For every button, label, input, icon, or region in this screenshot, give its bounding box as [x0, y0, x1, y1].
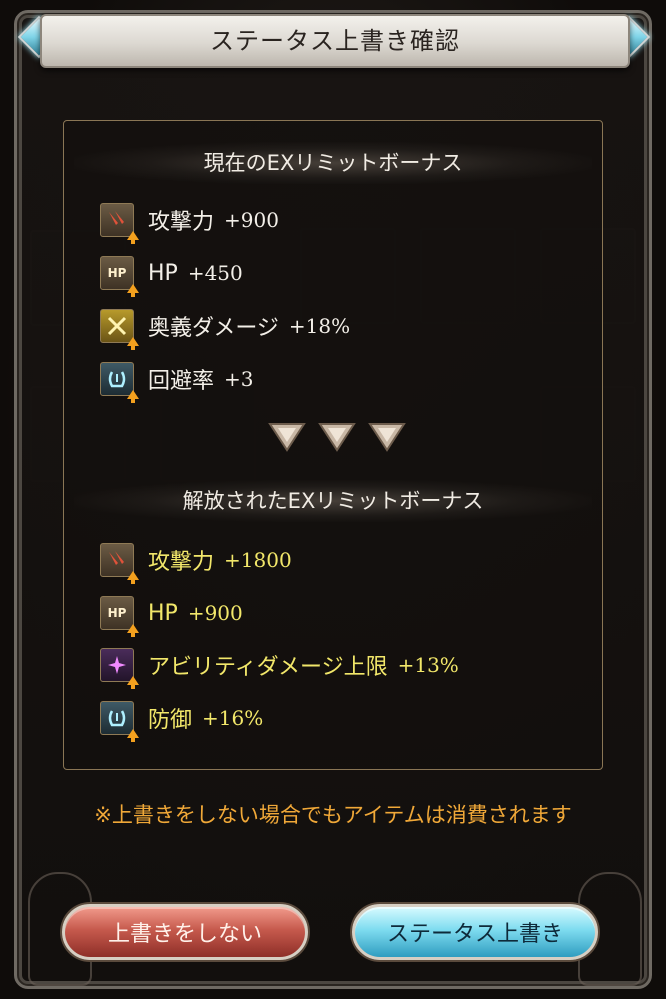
bonus-value: +16%: [202, 706, 264, 730]
down-arrow-icon: [268, 420, 306, 454]
bonus-value: +18%: [288, 314, 351, 338]
bonus-label: 防御: [148, 708, 193, 733]
attack-icon: [100, 203, 139, 244]
dialog-title: ステータス上書き確認: [210, 27, 460, 55]
ougi-damage-icon: [100, 309, 139, 350]
bonus-label: HP: [148, 260, 178, 286]
bonus-label: HP: [148, 600, 178, 626]
current-bonus-row: 奥義ダメージ +18%: [100, 308, 351, 350]
unlocked-bonus-row: HP HP +900: [100, 595, 243, 637]
bonus-label: 攻撃力: [148, 550, 215, 575]
transition-arrows: [268, 420, 408, 456]
bonus-value: +450: [187, 261, 243, 285]
bonus-label: アビリティダメージ上限: [148, 655, 388, 680]
bonus-value: +1800: [224, 548, 292, 572]
attack-icon: [100, 543, 139, 584]
bonus-label: 奥義ダメージ: [148, 316, 279, 341]
unlocked-bonus-row: 攻撃力 +1800: [100, 542, 292, 584]
bonus-value: +13%: [397, 653, 459, 677]
bonus-value: +900: [187, 601, 243, 625]
defense-icon: [100, 701, 139, 742]
cancel-overwrite-button[interactable]: 上書きをしない: [62, 904, 308, 960]
dialog-title-bar: ステータス上書き確認: [40, 14, 630, 68]
overwrite-status-button[interactable]: ステータス上書き: [352, 904, 598, 960]
ability-damage-cap-icon: [100, 648, 139, 689]
unlocked-bonus-row: 防御 +16%: [100, 700, 264, 742]
evasion-icon: [100, 362, 139, 403]
bonus-label: 攻撃力: [148, 210, 215, 235]
down-arrow-icon: [318, 420, 356, 454]
hp-icon: HP: [100, 596, 139, 637]
bonus-value: +900: [224, 208, 279, 232]
current-bonus-row: HP HP +450: [100, 255, 243, 297]
current-bonus-row: 回避率 +3: [100, 361, 254, 403]
bonus-label: 回避率: [148, 369, 215, 394]
bonus-value: +3: [224, 367, 254, 391]
current-bonus-row: 攻撃力 +900: [100, 202, 279, 244]
down-arrow-icon: [368, 420, 406, 454]
unlocked-bonus-row: アビリティダメージ上限 +13%: [100, 647, 459, 689]
item-consumption-notice: ※上書きをしない場合でもアイテムは消費されます: [94, 803, 572, 827]
unlocked-bonus-heading: 解放されたEXリミットボーナス: [74, 480, 592, 522]
hp-icon: HP: [100, 256, 139, 297]
current-bonus-heading: 現在のEXリミットボーナス: [74, 142, 592, 184]
